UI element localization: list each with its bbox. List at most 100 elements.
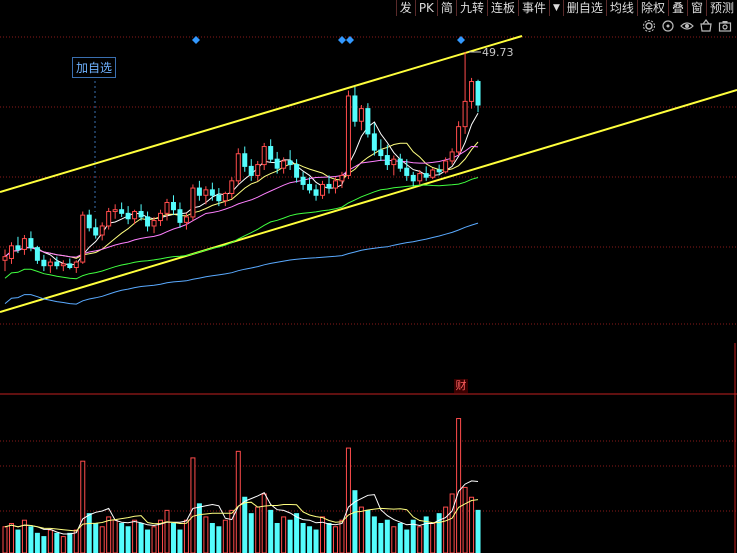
candle-body[interactable] <box>268 146 274 160</box>
candle-body[interactable] <box>339 174 345 182</box>
candle-body[interactable] <box>73 261 79 269</box>
candle-body[interactable] <box>138 211 144 218</box>
candle-body[interactable] <box>423 173 429 178</box>
candle-body[interactable] <box>60 263 66 267</box>
candle-body[interactable] <box>261 146 267 166</box>
toolbar-item-5[interactable]: 事件 <box>517 0 549 16</box>
candle-body[interactable] <box>294 164 300 178</box>
moving-average-lines <box>4 113 479 305</box>
toolbar-item-3[interactable]: 九转 <box>455 0 487 16</box>
candle-body[interactable] <box>417 173 423 182</box>
target-icon[interactable] <box>659 19 676 33</box>
candle-body[interactable] <box>86 214 92 229</box>
candle-body[interactable] <box>47 261 53 267</box>
candle-body[interactable] <box>397 158 403 169</box>
candle-body[interactable] <box>352 95 358 122</box>
candle-body[interactable] <box>158 212 164 222</box>
candle-body[interactable] <box>391 158 397 166</box>
candle-body[interactable] <box>106 211 112 227</box>
caret-down-icon[interactable]: ▼ <box>548 0 563 16</box>
event-marker-icon[interactable] <box>457 36 465 44</box>
eye-icon[interactable] <box>678 19 695 33</box>
candle-body[interactable] <box>462 100 468 128</box>
candle-body[interactable] <box>34 247 40 261</box>
settings-icon[interactable] <box>640 19 657 33</box>
toolbar-item-8[interactable]: 除权 <box>636 0 668 16</box>
candle-body[interactable] <box>345 95 351 176</box>
candle-body[interactable] <box>8 245 14 259</box>
candle-body[interactable] <box>384 155 390 166</box>
candle-body[interactable] <box>449 151 455 162</box>
candle-body[interactable] <box>320 183 326 196</box>
event-marker-icon[interactable] <box>346 36 354 44</box>
toolbar-item-6[interactable]: 删自选 <box>562 0 606 16</box>
candle-body[interactable] <box>196 187 202 196</box>
candle-body[interactable] <box>170 202 176 211</box>
candle-body[interactable] <box>443 160 449 173</box>
candle-body[interactable] <box>235 153 241 182</box>
candle-body[interactable] <box>404 167 410 176</box>
candle-body[interactable] <box>2 256 8 261</box>
candle-body[interactable] <box>281 160 287 169</box>
candle-body[interactable] <box>229 180 235 194</box>
candle-body[interactable] <box>300 176 306 185</box>
event-markers[interactable] <box>192 36 465 44</box>
volume-bar <box>138 522 144 553</box>
candle-body[interactable] <box>274 158 280 169</box>
kline-chart[interactable] <box>0 0 737 553</box>
candle-body[interactable] <box>332 180 338 189</box>
toolbar-item-9[interactable]: 叠 <box>667 0 687 16</box>
toolbar-item-2[interactable]: 简 <box>436 0 456 16</box>
candle-body[interactable] <box>287 160 293 166</box>
financial-report-badge[interactable]: 财 <box>454 379 468 393</box>
camera-icon[interactable] <box>716 19 733 33</box>
candle-body[interactable] <box>99 225 105 236</box>
toolbar-item-4[interactable]: 连板 <box>486 0 518 16</box>
candle-body[interactable] <box>145 216 151 227</box>
toolbar-item-10[interactable]: 窗 <box>686 0 706 16</box>
candle-body[interactable] <box>248 165 254 176</box>
candle-body[interactable] <box>209 189 215 196</box>
candle-body[interactable] <box>378 149 384 157</box>
candle-body[interactable] <box>436 169 442 173</box>
toolbar-item-1[interactable]: PK <box>414 0 437 16</box>
candle-body[interactable] <box>203 189 209 196</box>
candle-body[interactable] <box>15 245 21 250</box>
candle-body[interactable] <box>371 133 377 151</box>
candle-body[interactable] <box>469 81 475 102</box>
candle-body[interactable] <box>410 174 416 182</box>
candle-body[interactable] <box>177 209 183 223</box>
candle-body[interactable] <box>475 81 481 106</box>
candle-body[interactable] <box>80 214 86 263</box>
candle-body[interactable] <box>222 192 228 202</box>
toolbar-item-0[interactable]: 发 <box>395 0 415 16</box>
candle-body[interactable] <box>151 220 157 227</box>
candle-body[interactable] <box>216 194 222 202</box>
candle-body[interactable] <box>41 259 47 267</box>
candle-body[interactable] <box>21 238 27 250</box>
candle-body[interactable] <box>112 209 118 213</box>
candle-body[interactable] <box>93 227 99 236</box>
toolbar-item-11[interactable]: 预测 <box>705 0 737 16</box>
add-favorite-label[interactable]: 加自选 <box>72 57 117 78</box>
candle-body[interactable] <box>125 212 131 220</box>
candle-body[interactable] <box>242 153 248 167</box>
candle-body[interactable] <box>456 126 462 153</box>
basket-icon[interactable] <box>697 19 714 33</box>
candle-body[interactable] <box>190 187 196 218</box>
candle-body[interactable] <box>183 216 189 223</box>
toolbar-item-7[interactable]: 均线 <box>605 0 637 16</box>
candle-body[interactable] <box>358 108 364 122</box>
candle-body[interactable] <box>119 209 125 214</box>
candle-body[interactable] <box>132 211 138 220</box>
candle-body[interactable] <box>365 108 371 135</box>
candle-body[interactable] <box>430 169 436 178</box>
candle-body[interactable] <box>313 189 319 196</box>
candle-body[interactable] <box>28 238 34 249</box>
candle-body[interactable] <box>255 164 261 176</box>
candle-body[interactable] <box>54 261 60 267</box>
candle-body[interactable] <box>164 202 170 214</box>
candle-body[interactable] <box>307 183 313 191</box>
candle-body[interactable] <box>67 263 73 268</box>
candle-body[interactable] <box>326 183 332 189</box>
